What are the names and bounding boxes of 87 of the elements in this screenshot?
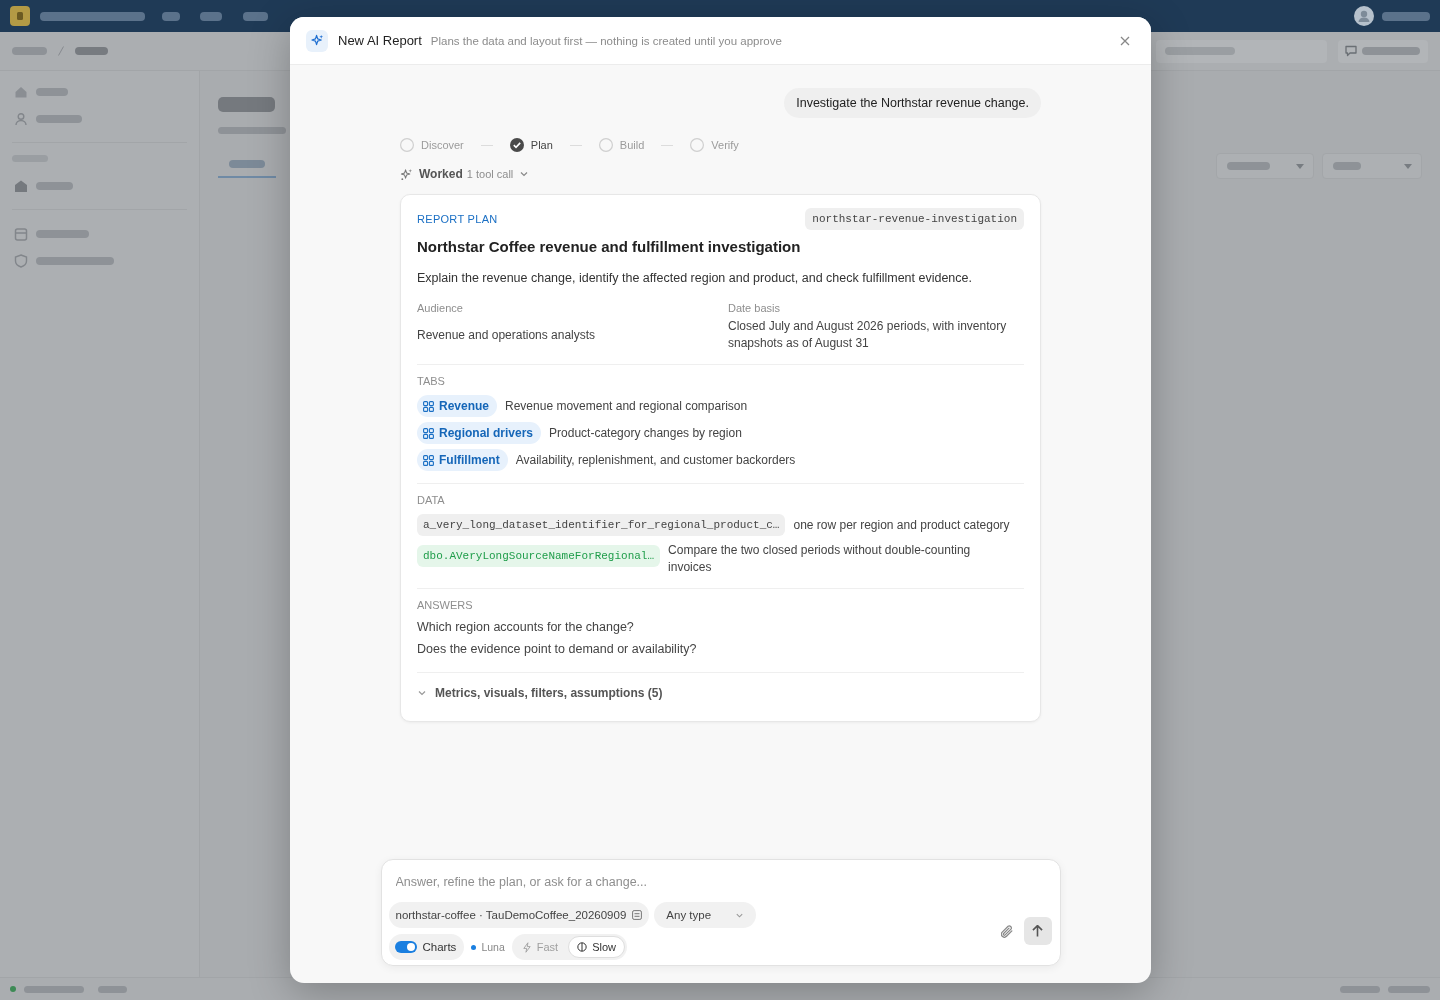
caret-icon — [1296, 163, 1304, 169]
field-label: Date basis — [728, 301, 781, 315]
user-message: Investigate the Northstar revenue change. — [784, 88, 1041, 118]
source-selector[interactable]: northstar-coffee · TauDemoCoffee_20260909 — [388, 902, 650, 928]
paperclip-icon — [1000, 924, 1013, 938]
avatar-icon[interactable] — [1354, 6, 1374, 26]
placeholder-bar — [36, 181, 73, 190]
plan-summary: Explain the revenue change, identify the affected region and product, and check fulfillment evidence. — [417, 270, 973, 287]
lightning-icon — [521, 941, 532, 953]
placeholder-bar — [75, 47, 108, 55]
step-label: Verify — [711, 139, 739, 151]
field-value: Closed July and August 2026 periods, with inventory snapshots as of August 31 — [728, 318, 1008, 352]
step-label: Plan — [530, 139, 553, 151]
placeholder-bar — [229, 160, 265, 168]
tab-description: Product-category changes by region — [549, 426, 742, 440]
grid-icon — [423, 454, 434, 466]
data-description: Compare the two closed periods without double-counting invoices — [668, 542, 972, 576]
dataset-name: a_very_long_dataset_identifier_for_regional_product_c… — [417, 514, 786, 536]
placeholder-bar — [1362, 47, 1420, 55]
grid-icon — [423, 400, 434, 412]
placeholder-bar — [1165, 47, 1235, 55]
person-icon — [14, 111, 28, 126]
field-value: Revenue and operations analysts — [417, 326, 597, 344]
shield-icon — [14, 253, 28, 268]
placeholder-bar — [218, 127, 286, 134]
sparkle-icon — [306, 29, 328, 52]
data-description: one row per region and product category — [793, 516, 1010, 534]
section-heading: DATA — [417, 493, 446, 507]
answer-question: Does the evidence point to demand or availability? — [417, 641, 698, 658]
tab-name: Revenue — [439, 399, 490, 413]
status-dot-icon — [471, 944, 477, 950]
placeholder-bar — [243, 11, 268, 21]
dialog-subtitle: Plans the data and layout first — nothing is created until you approve — [430, 34, 782, 47]
building-icon — [14, 178, 28, 193]
card-eyebrow: REPORT PLAN — [417, 213, 498, 225]
search-field[interactable] — [1156, 39, 1327, 63]
details-toggle[interactable]: Metrics, visuals, filters, assumptions (5) — [417, 679, 663, 707]
step-label: Discover — [421, 139, 464, 151]
charts-toggle-button[interactable]: Charts — [388, 934, 465, 960]
placeholder-bar — [162, 11, 180, 21]
status-dot-icon — [10, 986, 16, 992]
placeholder-bar — [1333, 162, 1361, 170]
placeholder-bar — [36, 229, 89, 238]
step-label: Build — [619, 139, 645, 151]
caret-icon — [1404, 163, 1412, 169]
section-heading: TABS — [417, 374, 446, 388]
close-icon — [1120, 35, 1130, 46]
placeholder-bar — [1388, 985, 1430, 993]
answer-question: Which region accounts for the change? — [417, 619, 635, 636]
dialog-title: New AI Report — [338, 33, 422, 48]
sparkle-icon — [400, 167, 413, 181]
message-input[interactable]: Answer, refine the plan, or ask for a change... — [388, 872, 1036, 892]
tab-name: Fulfillment — [439, 453, 500, 467]
placeholder-bar — [24, 985, 84, 993]
placeholder-bar — [12, 47, 47, 55]
house-icon — [14, 84, 28, 99]
tab-description: Revenue movement and regional comparison — [505, 399, 748, 413]
type-dropdown[interactable]: Any type — [654, 902, 757, 928]
speed-option[interactable]: Slow — [568, 936, 625, 958]
placeholder-bar — [218, 97, 275, 112]
placeholder-bar — [36, 87, 68, 96]
plan-slug: northstar-revenue-investigation — [805, 208, 1024, 230]
slash-icon — [58, 46, 64, 56]
table-icon — [632, 910, 643, 920]
placeholder-bar — [1340, 985, 1380, 993]
grid-icon — [423, 427, 434, 439]
arrow-up-icon — [1032, 925, 1043, 937]
chat-icon — [1345, 45, 1357, 57]
placeholder-bar — [98, 985, 127, 993]
placeholder-bar — [36, 114, 82, 123]
activity-toggle[interactable]: Worked 1 tool call — [400, 166, 530, 182]
ask-data-button[interactable] — [1338, 39, 1428, 63]
circle-divided-icon — [577, 942, 588, 952]
placeholder-bar — [200, 11, 222, 21]
source-name: dbo.AVeryLongSourceNameForRegional… — [417, 545, 661, 567]
toggle-switch[interactable] — [394, 941, 417, 953]
tab-description: Availability, replenishment, and customer backorders — [515, 453, 796, 467]
send-button[interactable] — [1023, 917, 1052, 945]
field-label: Audience — [417, 301, 464, 315]
tab-name: Regional drivers — [439, 426, 534, 440]
model-label: Luna — [481, 941, 505, 953]
calendar-icon — [14, 226, 28, 241]
placeholder-bar — [1382, 11, 1430, 21]
plan-title: Northstar Coffee revenue and fulfillment investigation — [417, 237, 802, 257]
logo-icon — [10, 6, 30, 26]
section-heading: ANSWERS — [417, 598, 474, 612]
placeholder-bar — [1227, 162, 1270, 170]
